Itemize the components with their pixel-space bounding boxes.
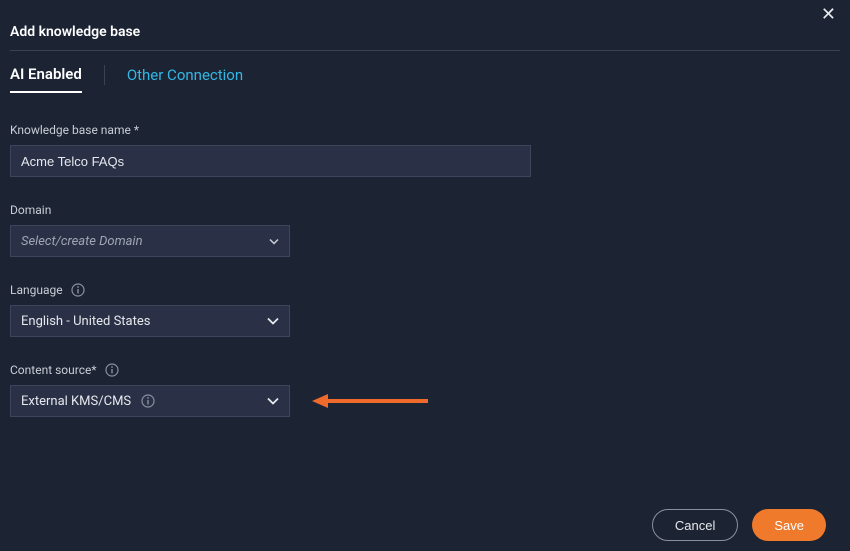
annotation-arrow (310, 392, 428, 410)
content-source-value: External KMS/CMS (21, 394, 131, 409)
language-select[interactable]: English - United States (10, 305, 290, 337)
label-content-source-text: Content source* (10, 363, 97, 377)
label-language-text: Language (10, 283, 63, 297)
field-language: Language English - United States (10, 283, 840, 337)
chevron-down-icon (269, 234, 279, 249)
domain-select[interactable]: Select/create Domain (10, 225, 290, 257)
info-icon[interactable] (71, 283, 85, 297)
chevron-down-icon (267, 314, 279, 329)
save-button[interactable]: Save (752, 509, 826, 541)
form: Knowledge base name * Domain Select/crea… (0, 93, 850, 417)
label-name: Knowledge base name * (10, 123, 840, 137)
label-domain: Domain (10, 203, 840, 217)
dialog-title: Add knowledge base (0, 0, 850, 50)
language-value: English - United States (21, 314, 150, 329)
content-source-select[interactable]: External KMS/CMS (10, 385, 290, 417)
info-icon[interactable] (141, 394, 155, 408)
info-icon[interactable] (105, 363, 119, 377)
label-content-source: Content source* (10, 363, 840, 377)
tab-separator (104, 65, 105, 85)
field-domain: Domain Select/create Domain (10, 203, 840, 257)
field-name: Knowledge base name * (10, 123, 840, 177)
content-source-row: External KMS/CMS (10, 385, 840, 417)
label-language: Language (10, 283, 840, 297)
chevron-down-icon (267, 394, 279, 409)
domain-value: Select/create Domain (21, 234, 143, 249)
close-icon[interactable]: ✕ (821, 6, 836, 24)
tab-other-connection[interactable]: Other Connection (127, 66, 243, 92)
tab-bar: AI Enabled Other Connection (0, 51, 850, 93)
tab-ai-enabled[interactable]: AI Enabled (10, 65, 82, 93)
dialog-footer: Cancel Save (652, 509, 826, 541)
cancel-button[interactable]: Cancel (652, 509, 738, 541)
field-content-source: Content source* External KMS/CMS (10, 363, 840, 417)
knowledge-base-name-input[interactable] (10, 145, 531, 177)
